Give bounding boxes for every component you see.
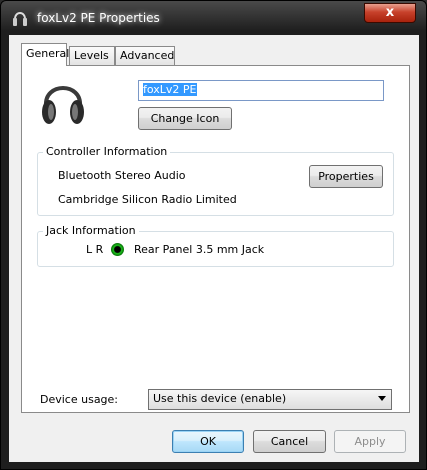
jack-color-icon	[111, 243, 124, 256]
controller-info-group: Controller Information Bluetooth Stereo …	[37, 145, 394, 216]
window-title: foxLv2 PE Properties	[37, 11, 160, 25]
cancel-button[interactable]: Cancel	[253, 430, 326, 453]
tab-levels[interactable]: Levels	[69, 46, 115, 65]
controller-info-title: Controller Information	[43, 145, 171, 158]
ok-button[interactable]: OK	[172, 430, 244, 453]
general-tab-panel: foxLv2 PE Change Icon Controller Informa…	[21, 65, 410, 413]
jack-channels: L R	[86, 243, 104, 256]
dialog-client-area: General Levels Advanced foxLv2 PE Change…	[9, 35, 419, 462]
controller-properties-button[interactable]: Properties	[309, 165, 383, 188]
controller-name: Bluetooth Stereo Audio	[58, 169, 186, 182]
device-usage-select[interactable]: Use this device (enable)	[148, 389, 392, 410]
jack-info-group: Jack Information L R Rear Panel 3.5 mm J…	[37, 224, 394, 267]
controller-manufacturer: Cambridge Silicon Radio Limited	[58, 193, 237, 206]
title-bar[interactable]: foxLv2 PE Properties x	[1, 1, 426, 35]
properties-window: foxLv2 PE Properties x General Levels Ad…	[0, 0, 427, 470]
close-button[interactable]: x	[364, 3, 416, 23]
change-icon-button[interactable]: Change Icon	[138, 107, 232, 130]
apply-button[interactable]: Apply	[334, 430, 406, 453]
chevron-down-icon	[378, 396, 386, 401]
device-name-text: foxLv2 PE	[143, 83, 197, 96]
headphones-icon	[13, 12, 27, 26]
jack-location: Rear Panel 3.5 mm Jack	[134, 243, 265, 256]
device-usage-value: Use this device (enable)	[153, 392, 287, 405]
device-name-input[interactable]: foxLv2 PE	[138, 80, 384, 101]
device-usage-label: Device usage:	[40, 393, 119, 406]
headphones-icon	[42, 86, 84, 124]
jack-info-title: Jack Information	[43, 224, 139, 237]
tab-advanced[interactable]: Advanced	[115, 46, 175, 65]
tab-general[interactable]: General	[21, 43, 69, 66]
